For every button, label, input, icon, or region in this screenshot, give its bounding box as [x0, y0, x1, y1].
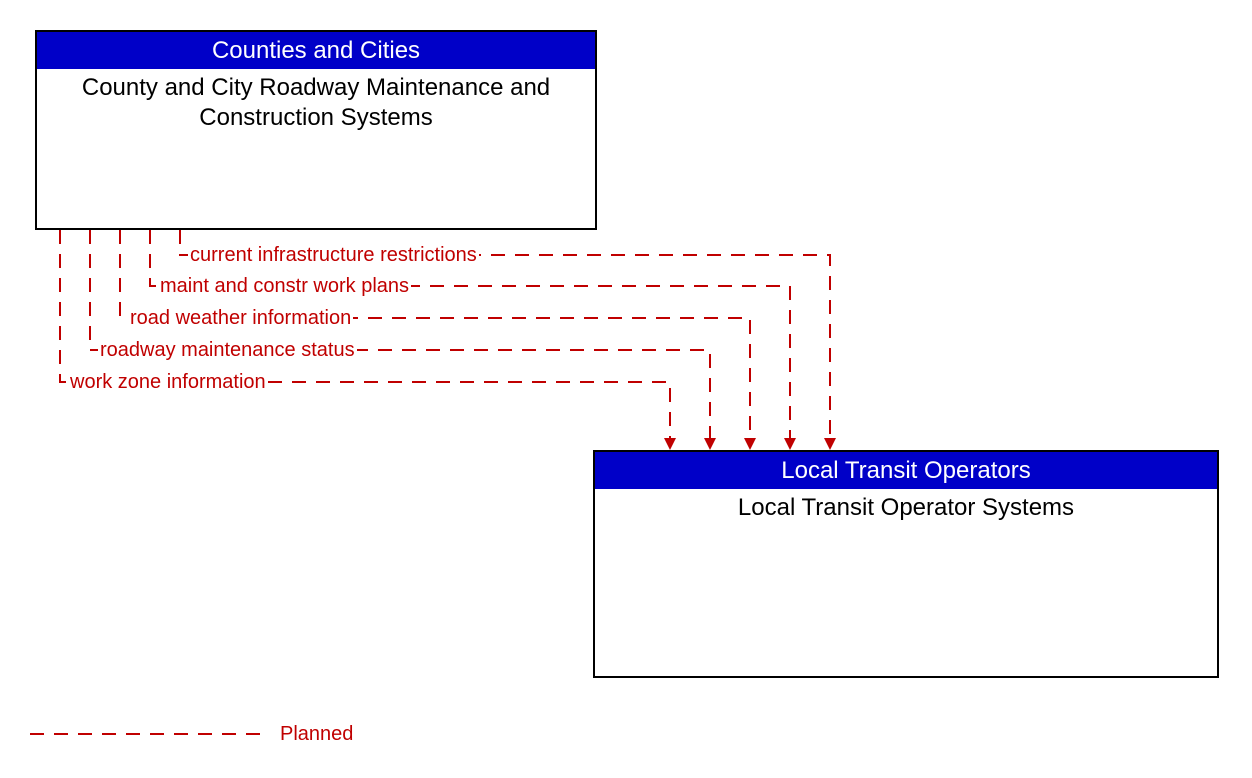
entity-target-header: Local Transit Operators [595, 452, 1217, 489]
legend-planned-label: Planned [280, 723, 353, 746]
flow-label-4: work zone information [68, 372, 268, 392]
entity-source-header: Counties and Cities [37, 32, 595, 69]
entity-source: Counties and Cities County and City Road… [35, 30, 597, 230]
flow-label-3: roadway maintenance status [98, 340, 357, 360]
flow-label-1: maint and constr work plans [158, 276, 411, 296]
entity-target-body: Local Transit Operator Systems [595, 489, 1217, 527]
entity-target: Local Transit Operators Local Transit Op… [593, 450, 1219, 678]
entity-source-body: County and City Roadway Maintenance and … [37, 69, 595, 137]
flow-label-0: current infrastructure restrictions [188, 245, 479, 265]
flow-label-2: road weather information [128, 308, 353, 328]
